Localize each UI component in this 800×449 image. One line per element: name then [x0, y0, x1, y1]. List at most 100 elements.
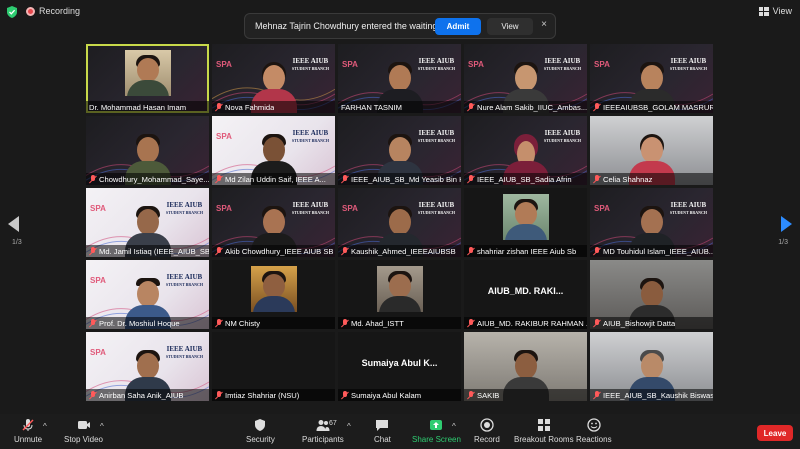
participant-name-placeholder: Sumaiya Abul K... — [361, 358, 438, 368]
name-label-bar: MD Touhidul Islam_IEEE_AIUB... — [590, 245, 713, 257]
admit-button[interactable]: Admit — [435, 18, 481, 35]
video-tile[interactable]: SPA IEEE AIUB STUDENT BRANCH Md Zilan Udd… — [212, 116, 335, 185]
video-options-chevron-icon[interactable]: ^ — [100, 422, 104, 431]
video-tile[interactable]: NM Chisty — [212, 260, 335, 329]
breakout-rooms-button[interactable]: Breakout Rooms — [514, 418, 574, 444]
audio-options-chevron-icon[interactable]: ^ — [43, 422, 47, 431]
muted-microphone-icon — [22, 419, 34, 431]
security-shield-icon — [7, 6, 17, 18]
participant-name: Nure Alam Sakib_IIUC_Ambas... — [477, 102, 587, 112]
next-page-arrow-icon[interactable] — [781, 216, 792, 232]
participant-name: IEEE_AIUB_SB_Md Yeasib Bin Has... — [351, 174, 461, 184]
security-label: Security — [246, 435, 275, 444]
video-tile[interactable]: SPA IEEE AIUB STUDENT BRANCH Nure Alam Sa… — [464, 44, 587, 113]
video-tile[interactable]: AIUB_MD. RAKI... AIUB_MD. RAKIBUR RAHMAN… — [464, 260, 587, 329]
record-button[interactable]: Record — [474, 418, 500, 444]
view-label: View — [772, 6, 792, 16]
video-tile[interactable]: shahriar zishan IEEE Aiub Sb — [464, 188, 587, 257]
record-label: Record — [474, 435, 500, 444]
page-indicator-right: 1/3 — [778, 239, 788, 246]
recording-dot-icon — [26, 6, 35, 16]
muted-mic-icon — [341, 174, 349, 184]
video-tile[interactable]: Sumaiya Abul K... Sumaiya Abul Kalam — [338, 332, 461, 401]
muted-mic-icon — [593, 246, 601, 256]
name-label-bar: IEEE_AIUB_SB_Kaushik Biswas — [590, 389, 713, 401]
participant-name-placeholder: AIUB_MD. RAKI... — [487, 286, 564, 296]
participant-name: IEEE_AIUB_SB_Sadia Afrin — [477, 174, 572, 184]
participant-name: Md. Ahad_ISTT — [351, 318, 404, 328]
leave-button[interactable]: Leave — [757, 425, 793, 441]
record-icon — [480, 418, 494, 432]
video-tile[interactable]: AIUB_Bishowjit Datta — [590, 260, 713, 329]
video-tile[interactable]: SAKIB — [464, 332, 587, 401]
video-tile[interactable]: IEEE_AIUB_SB_Kaushik Biswas — [590, 332, 713, 401]
name-label-bar: Imtiaz Shahriar (NSU) — [212, 389, 335, 401]
name-label-bar: Chowdhury_Mohammad_Saye... — [86, 173, 209, 185]
video-tile[interactable]: Celia Shahnaz — [590, 116, 713, 185]
muted-mic-icon — [341, 390, 349, 400]
spa-logo: SPA — [594, 204, 610, 213]
video-tile[interactable]: Chowdhury_Mohammad_Saye... — [86, 116, 209, 185]
name-label-bar: Md. Ahad_ISTT — [338, 317, 461, 329]
notification-view-button[interactable]: View — [487, 18, 533, 35]
chat-button[interactable]: Chat — [374, 418, 391, 444]
video-tile[interactable]: SPA IEEE AIUB STUDENT BRANCH Akib Chowdhu… — [212, 188, 335, 257]
recording-indicator[interactable]: Recording — [26, 6, 80, 16]
muted-mic-icon — [593, 390, 601, 400]
participant-name: Dr. Mohammad Hasan Imam — [89, 102, 187, 112]
video-tile[interactable]: SPA IEEE AIUB STUDENT BRANCH Md. Jamil Is… — [86, 188, 209, 257]
video-tile[interactable]: SPA IEEE AIUB STUDENT BRANCH Kaushik_Ahme… — [338, 188, 461, 257]
muted-mic-icon — [593, 318, 601, 328]
participants-options-chevron-icon[interactable]: ^ — [347, 422, 351, 431]
video-tile[interactable]: SPA IEEE AIUB STUDENT BRANCH IEEEAIUBSB_G… — [590, 44, 713, 113]
participant-name: Nova Fahmida — [225, 102, 275, 112]
spa-logo: SPA — [468, 60, 484, 69]
participant-name: AIUB_MD. RAKIBUR RAHMAN ... — [477, 318, 587, 328]
muted-mic-icon — [467, 318, 475, 328]
name-label-bar: Nova Fahmida — [212, 101, 335, 113]
video-tile[interactable]: SPA IEEE AIUB STUDENT BRANCH Anirban Saha… — [86, 332, 209, 401]
security-button[interactable]: Security — [246, 418, 275, 444]
previous-page-arrow-icon[interactable] — [8, 216, 19, 232]
spa-logo: SPA — [342, 60, 358, 69]
muted-mic-icon — [467, 246, 475, 256]
video-tile[interactable]: IEEE AIUB STUDENT BRANCH IEEE_AIUB_SB_Md … — [338, 116, 461, 185]
unmute-button[interactable]: Unmute — [14, 418, 42, 444]
spa-logo: SPA — [342, 204, 358, 213]
close-icon[interactable]: × — [541, 19, 547, 30]
name-label-bar: IEEE_AIUB_SB_Sadia Afrin — [464, 173, 587, 185]
muted-mic-icon — [89, 318, 97, 328]
video-tile[interactable]: SPA IEEE AIUB STUDENT BRANCH MD Touhidul … — [590, 188, 713, 257]
participant-name: IEEEAIUBSB_GOLAM MASRUR... — [603, 102, 713, 112]
participants-button[interactable]: Participants — [302, 418, 344, 444]
video-tile[interactable]: Md. Ahad_ISTT — [338, 260, 461, 329]
muted-mic-icon — [341, 318, 349, 328]
participant-video — [124, 50, 171, 96]
video-tile[interactable]: Imtiaz Shahriar (NSU) — [212, 332, 335, 401]
participant-name: Md. Jamil Istiaq (IEEE_AIUB_SB) — [99, 246, 209, 256]
page-indicator-left: 1/3 — [12, 239, 22, 246]
spa-logo: SPA — [90, 276, 106, 285]
name-label-bar: FARHAN TASNIM — [338, 101, 461, 113]
video-tile[interactable]: SPA IEEE AIUB STUDENT BRANCH FARHAN TASNI… — [338, 44, 461, 113]
share-options-chevron-icon[interactable]: ^ — [452, 422, 456, 431]
spa-logo: SPA — [90, 348, 106, 357]
video-tile[interactable]: IEEE AIUB STUDENT BRANCH IEEE_AIUB_SB_Sad… — [464, 116, 587, 185]
participant-name: Kaushik_Ahmed_IEEEAIUBSB — [351, 246, 456, 256]
name-label-bar: AIUB_MD. RAKIBUR RAHMAN ... — [464, 317, 587, 329]
muted-mic-icon — [593, 102, 601, 112]
spa-logo: SPA — [90, 204, 106, 213]
reactions-button[interactable]: Reactions — [576, 418, 612, 444]
participant-name: Anirban Saha Anik_AIUB — [99, 390, 184, 400]
grid-view-icon — [758, 6, 769, 16]
stop-video-label: Stop Video — [64, 435, 103, 444]
reactions-smiley-icon — [587, 418, 601, 432]
participants-count: 67 — [329, 420, 337, 427]
video-tile[interactable]: SPA IEEE AIUB STUDENT BRANCH Prof. Dr. Mo… — [86, 260, 209, 329]
video-tile[interactable]: SPA IEEE AIUB STUDENT BRANCH Nova Fahmida — [212, 44, 335, 113]
view-button[interactable]: View — [758, 6, 792, 16]
stop-video-button[interactable]: Stop Video — [64, 418, 103, 444]
muted-mic-icon — [467, 102, 475, 112]
video-tile[interactable]: Dr. Mohammad Hasan Imam — [86, 44, 209, 113]
muted-mic-icon — [215, 174, 223, 184]
